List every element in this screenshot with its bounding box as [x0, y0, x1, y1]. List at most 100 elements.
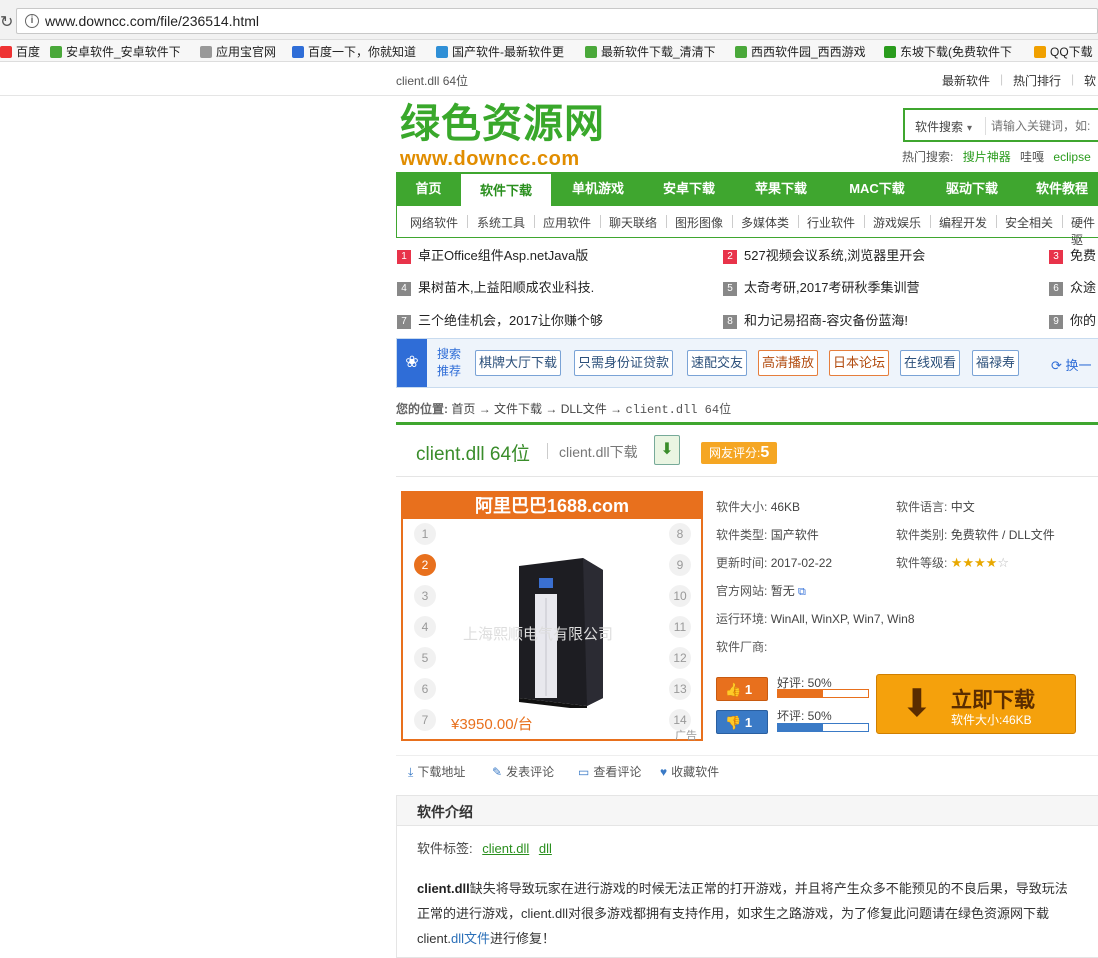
text-ad-item[interactable]: 2 527视频会议系统,浏览器里开会 — [723, 245, 925, 264]
user-rating-badge: 网友评分:5 — [701, 442, 778, 464]
recommend-button[interactable]: 高清播放 — [758, 350, 819, 376]
subnav-item[interactable]: 硬件驱 — [1071, 214, 1098, 248]
text-ad-item[interactable]: 9 你的 — [1049, 310, 1096, 329]
bookmark-baidu-search[interactable]: 百度一下，你就知道 — [292, 43, 416, 60]
subnav-item[interactable]: 图形图像 — [675, 214, 723, 231]
view-comments-link[interactable]: ▭ 查看评论 — [578, 763, 641, 780]
product-advertisement[interactable]: 阿里巴巴1688.com 1234567 8 9 10 11 12 13 14 上海熙顺电气… — [401, 491, 703, 742]
subnav-item[interactable]: 编程开发 — [939, 214, 987, 231]
ad-header: 阿里巴巴1688.com — [403, 493, 701, 519]
favorite-link[interactable]: ♥ 收藏软件 — [660, 763, 719, 780]
ad-page-number[interactable]: 5 — [414, 647, 436, 669]
ad-page-number[interactable]: 1 — [414, 523, 436, 545]
text-ad-item[interactable]: 7 三个绝佳机会，2017让你赚个够 — [397, 310, 603, 329]
ad-page-number[interactable]: 7 — [414, 709, 436, 731]
ad-page-number[interactable]: 13 — [669, 678, 691, 700]
text-ad-item[interactable]: 5 太奇考研,2017考研秋季集训营 — [723, 277, 920, 296]
heart-icon: ♥ — [660, 765, 668, 779]
text-ad-item[interactable]: 8 和力记易招商-容灾备份蓝海! — [723, 310, 908, 329]
rank-badge: 1 — [397, 250, 411, 264]
breadcrumb-dll[interactable]: DLL文件 — [561, 402, 607, 416]
hot-search-item[interactable]: eclipse — [1053, 150, 1090, 164]
url-text[interactable]: www.downcc.com/file/236514.html — [45, 13, 259, 29]
nav-drivers[interactable]: 驱动下载 — [927, 172, 1017, 206]
breadcrumb-file[interactable]: 文件下载 — [494, 402, 542, 416]
ad-page-number[interactable]: 2 — [414, 554, 436, 576]
search-divider — [985, 117, 986, 135]
bookmark-xixi[interactable]: 西西软件园_西西游戏 — [735, 43, 866, 60]
text-ad-item[interactable]: 6 众途 — [1049, 277, 1096, 296]
hot-search-label: 热门搜索: — [902, 150, 954, 164]
reload-icon[interactable]: ↻ — [0, 12, 13, 32]
subnav-item[interactable]: 系统工具 — [477, 214, 525, 231]
recommend-button[interactable]: 在线观看 — [900, 350, 961, 376]
ad-page-number[interactable]: 6 — [414, 678, 436, 700]
nav-single-games[interactable]: 单机游戏 — [553, 172, 643, 206]
topbar-link-hot[interactable]: 热门排行 — [1013, 72, 1061, 89]
bookmark-qq[interactable]: QQ下载 — [1034, 43, 1093, 60]
hot-search-item[interactable]: 哇嘎 — [1020, 150, 1044, 164]
good-vote-button[interactable]: 👍 1 — [716, 677, 768, 701]
nav-home[interactable]: 首页 — [396, 172, 461, 206]
bookmark-dongpo[interactable]: 东坡下载(免费软件下 — [884, 43, 1012, 60]
nav-mac[interactable]: MAC下载 — [827, 172, 927, 206]
ad-page-number[interactable]: 11 — [669, 616, 691, 638]
url-field[interactable]: i www.downcc.com/file/236514.html — [16, 8, 1098, 34]
download-address-link[interactable]: ⤓ 下载地址 — [408, 763, 465, 780]
site-logo[interactable]: 绿色资源网 www.downcc.com — [400, 102, 605, 170]
title-divider — [547, 443, 548, 459]
topbar-link-soft[interactable]: 软 — [1084, 72, 1096, 89]
refresh-recommend-button[interactable]: ⟳ 换一 — [1051, 355, 1092, 374]
bookmark-qingqing[interactable]: 最新软件下载_清清下 — [585, 43, 716, 60]
ad-page-number[interactable]: 10 — [669, 585, 691, 607]
subnav-item[interactable]: 游戏娱乐 — [873, 214, 921, 231]
breadcrumb-home[interactable]: 首页 — [451, 402, 475, 416]
recommend-button[interactable]: 棋牌大厅下载 — [475, 350, 562, 376]
bad-vote-button[interactable]: 👎 1 — [716, 710, 768, 734]
subnav-item[interactable]: 安全相关 — [1005, 214, 1053, 231]
bookmark-android-soft[interactable]: 安卓软件_安卓软件下 — [50, 43, 181, 60]
nav-apple[interactable]: 苹果下载 — [735, 172, 827, 206]
recommend-button[interactable]: 只需身份证贷款 — [574, 350, 674, 376]
subnav-item[interactable]: 应用软件 — [543, 214, 591, 231]
bookmark-baidu[interactable]: 百度 — [0, 43, 40, 60]
bookmark-yingyongbao[interactable]: 应用宝官网 — [200, 43, 276, 60]
subnav-item[interactable]: 聊天联络 — [609, 214, 657, 231]
recommend-button[interactable]: 速配交友 — [687, 350, 748, 376]
nav-tutorials[interactable]: 软件教程 — [1017, 172, 1098, 206]
topbar-divider: | — [1000, 72, 1004, 86]
post-comment-link[interactable]: ✎ 发表评论 — [492, 763, 554, 780]
search-category-select[interactable]: 软件搜索 — [915, 118, 972, 135]
hot-search-item[interactable]: 搜片神器 — [963, 150, 1011, 164]
bookmark-guochan[interactable]: 国产软件-最新软件更 — [436, 43, 564, 60]
ad-page-number[interactable]: 12 — [669, 647, 691, 669]
subnav-item[interactable]: 多媒体类 — [741, 214, 789, 231]
external-link-icon[interactable]: ⧉ — [798, 586, 806, 598]
dll-file-link[interactable]: dll文件 — [451, 931, 490, 946]
ad-page-number[interactable]: 3 — [414, 585, 436, 607]
edit-icon: ✎ — [492, 765, 503, 779]
text-ad-item[interactable]: 4 果树苗木,上益阳顺成农业科技. — [397, 277, 594, 296]
subnav-item[interactable]: 网络软件 — [410, 214, 458, 231]
recommend-label: 搜索 推荐 — [437, 347, 462, 378]
info-icon[interactable]: i — [25, 14, 39, 28]
logo-en: www.downcc.com — [400, 148, 580, 170]
subnav-divider — [534, 215, 535, 228]
ad-page-number[interactable]: 9 — [669, 554, 691, 576]
nav-software[interactable]: 软件下载 — [461, 172, 551, 206]
subnav-item[interactable]: 行业软件 — [807, 214, 855, 231]
recommend-button[interactable]: 日本论坛 — [829, 350, 890, 376]
download-arrow-icon: ⬇ — [901, 683, 933, 725]
search-input[interactable] — [991, 117, 1098, 135]
tag-link[interactable]: client.dll — [482, 841, 529, 856]
recommend-button[interactable]: 福禄寿 — [972, 350, 1020, 376]
tag-link[interactable]: dll — [539, 841, 552, 856]
info-site: 官方网站: 暂无 ⧉ — [716, 584, 806, 598]
text-ad-item[interactable]: 1 卓正Office组件Asp.netJava版 — [397, 245, 588, 264]
ad-page-number[interactable]: 4 — [414, 616, 436, 638]
ad-page-number[interactable]: 8 — [669, 523, 691, 545]
topbar-link-latest[interactable]: 最新软件 — [942, 72, 990, 89]
text-ad-item[interactable]: 3 免费 — [1049, 245, 1096, 264]
nav-android[interactable]: 安卓下载 — [643, 172, 735, 206]
download-now-button[interactable]: ⬇ 立即下载 软件大小:46KB — [876, 674, 1076, 734]
